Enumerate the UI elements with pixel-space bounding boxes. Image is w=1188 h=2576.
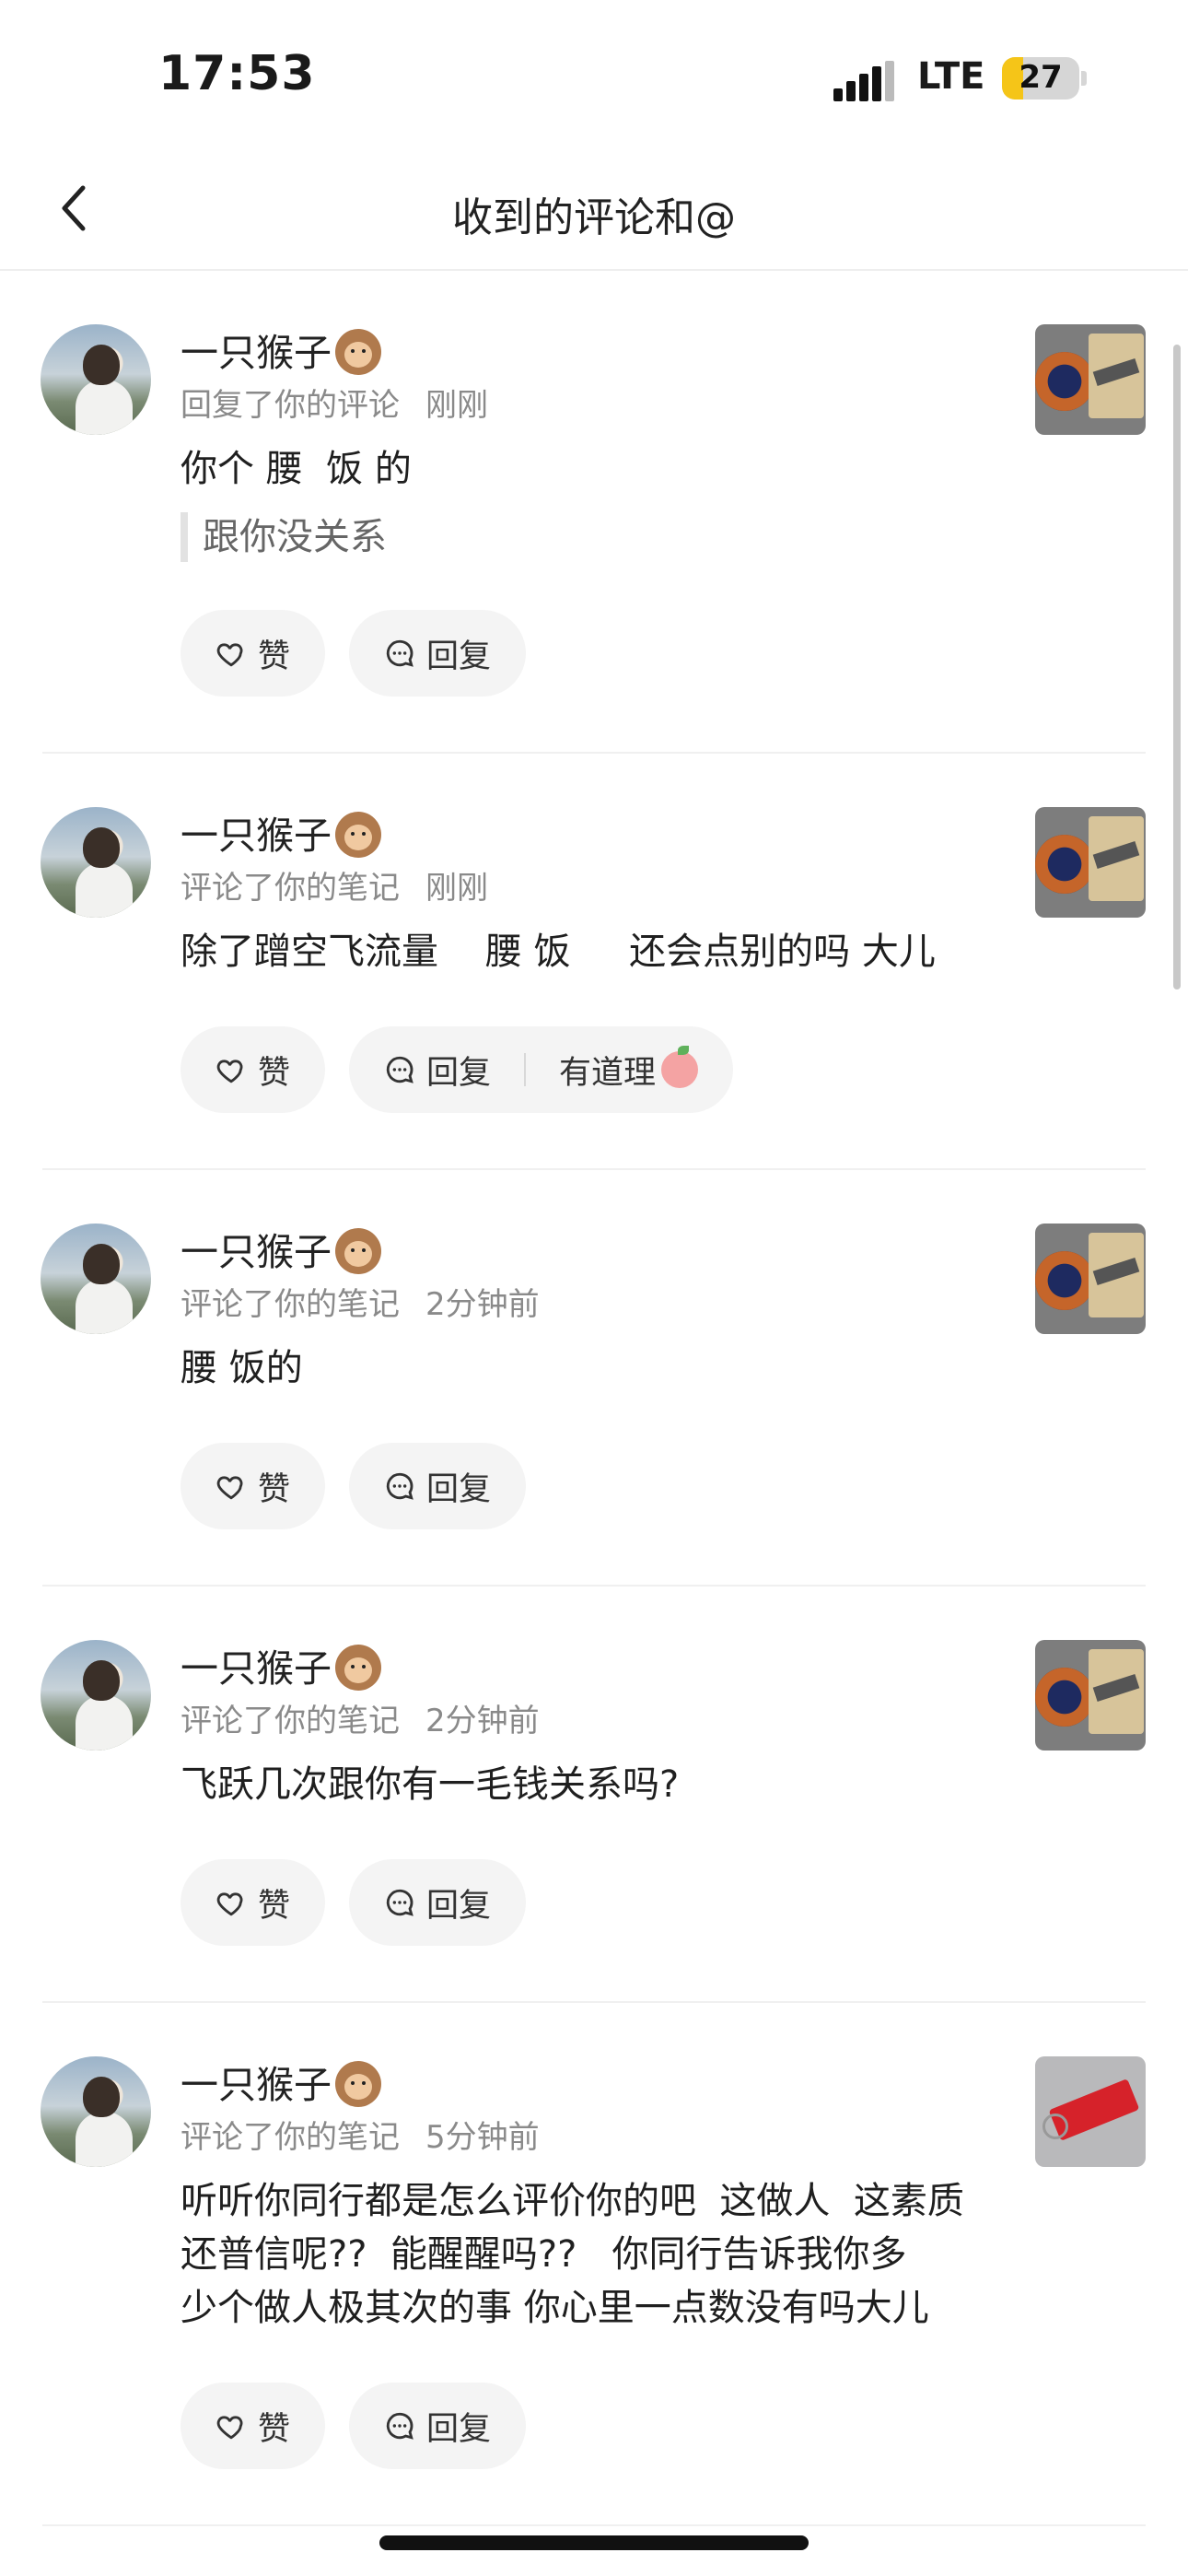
user-name[interactable]: 一只猴子: [181, 331, 332, 375]
user-name[interactable]: 一只猴子: [181, 1230, 332, 1274]
reply-label: 回复: [426, 1470, 492, 1508]
like-label: 赞: [258, 1887, 291, 1925]
monkey-emoji-icon: [335, 2061, 381, 2107]
user-name[interactable]: 一只猴子: [181, 1646, 332, 1691]
like-label: 赞: [258, 638, 291, 675]
timestamp: 刚刚: [425, 387, 488, 424]
heart-icon: [216, 2416, 243, 2440]
monkey-emoji-icon: [335, 812, 381, 858]
heart-icon: [216, 1476, 243, 1500]
home-indicator[interactable]: [379, 2535, 809, 2550]
avatar[interactable]: [41, 2056, 151, 2167]
list-item[interactable]: 一只猴子 评论了你的笔记 2分钟前 腰 饭的 赞 回复: [41, 1170, 1146, 1587]
list-item[interactable]: 一只猴子 评论了你的笔记 2分钟前 飞跃几次跟你有一毛钱关系吗? 赞 回复: [41, 1587, 1146, 2003]
comment-text[interactable]: 除了蹭空飞流量 腰 饭 还会点别的吗 大儿: [181, 925, 989, 978]
user-name[interactable]: 一只猴子: [181, 2063, 332, 2107]
reply-button[interactable]: 回复 有道理: [349, 1026, 734, 1113]
divider: [524, 1053, 527, 1086]
nav-header: 收到的评论和@: [0, 147, 1188, 271]
action-text: 评论了你的笔记: [181, 2119, 400, 2156]
reply-label: 回复: [426, 2410, 492, 2448]
scrollbar[interactable]: [1173, 345, 1181, 989]
status-time: 17:53: [158, 46, 316, 101]
note-thumbnail[interactable]: [1035, 324, 1146, 435]
list-item[interactable]: 一只猴子 回复了你的评论 刚刚 你个 腰 饭 的 跟你没关系 赞 回复: [41, 271, 1146, 754]
chat-bubble-icon: [386, 1889, 413, 1916]
like-label: 赞: [258, 1054, 291, 1092]
action-text: 评论了你的笔记: [181, 870, 400, 907]
network-type: LTE: [917, 55, 985, 98]
note-thumbnail[interactable]: [1035, 2056, 1146, 2167]
like-label: 赞: [258, 1470, 291, 1508]
reply-button[interactable]: 回复: [349, 1443, 527, 1529]
heart-icon: [216, 643, 243, 667]
like-button[interactable]: 赞: [181, 2383, 326, 2469]
chat-bubble-icon: [386, 639, 413, 667]
user-name[interactable]: 一只猴子: [181, 814, 332, 858]
status-bar: 17:53 LTE 27: [0, 0, 1188, 147]
like-label: 赞: [258, 2410, 291, 2448]
battery-icon: 27: [1002, 57, 1079, 100]
timestamp: 2分钟前: [425, 1703, 540, 1739]
chat-bubble-icon: [386, 1472, 413, 1500]
monkey-emoji-icon: [335, 329, 381, 375]
comment-text[interactable]: 腰 饭的: [181, 1341, 989, 1395]
timestamp: 2分钟前: [425, 1286, 540, 1323]
chat-bubble-icon: [386, 1056, 413, 1083]
comment-text[interactable]: 飞跃几次跟你有一毛钱关系吗?: [181, 1758, 989, 1811]
timestamp: 5分钟前: [425, 2119, 540, 2156]
peach-emoji-icon: [661, 1046, 699, 1088]
monkey-emoji-icon: [335, 1228, 381, 1274]
reply-button[interactable]: 回复: [349, 610, 527, 697]
heart-icon: [216, 1892, 243, 1916]
page-title: 收到的评论和@: [452, 194, 736, 241]
signal-icon: [833, 61, 900, 101]
reply-label: 回复: [426, 638, 492, 675]
heart-icon: [216, 1060, 243, 1083]
like-button[interactable]: 赞: [181, 1026, 326, 1113]
chat-bubble-icon: [386, 2412, 413, 2440]
like-button[interactable]: 赞: [181, 610, 326, 697]
avatar[interactable]: [41, 1224, 151, 1334]
avatar[interactable]: [41, 807, 151, 918]
avatar[interactable]: [41, 324, 151, 435]
note-thumbnail[interactable]: [1035, 1224, 1146, 1334]
list-item[interactable]: 一只猴子 评论了你的笔记 刚刚 除了蹭空飞流量 腰 饭 还会点别的吗 大儿 赞 回…: [41, 754, 1146, 1170]
battery-cap: [1081, 71, 1087, 86]
timestamp: 刚刚: [425, 870, 488, 907]
like-button[interactable]: 赞: [181, 1443, 326, 1529]
quoted-comment: 跟你没关系: [181, 512, 989, 562]
reply-button[interactable]: 回复: [349, 2383, 527, 2469]
action-text: 回复了你的评论: [181, 387, 400, 424]
list-item[interactable]: 一只猴子 评论了你的笔记 5分钟前 听听你同行都是怎么评价你的吧 这做人 这素质 …: [41, 2003, 1146, 2526]
note-thumbnail[interactable]: [1035, 807, 1146, 918]
quick-reaction[interactable]: 有道理: [559, 1047, 656, 1094]
action-text: 评论了你的笔记: [181, 1286, 400, 1323]
notification-list: 一只猴子 回复了你的评论 刚刚 你个 腰 饭 的 跟你没关系 赞 回复 一只猴子…: [0, 271, 1188, 2526]
battery-percent: 27: [1019, 59, 1063, 96]
action-text: 评论了你的笔记: [181, 1703, 400, 1739]
comment-text[interactable]: 你个 腰 饭 的: [181, 442, 989, 496]
reply-button[interactable]: 回复: [349, 1859, 527, 1946]
note-thumbnail[interactable]: [1035, 1640, 1146, 1751]
reply-label: 回复: [426, 1054, 492, 1092]
monkey-emoji-icon: [335, 1645, 381, 1691]
avatar[interactable]: [41, 1640, 151, 1751]
reply-label: 回复: [426, 1887, 492, 1925]
like-button[interactable]: 赞: [181, 1859, 326, 1946]
comment-text[interactable]: 听听你同行都是怎么评价你的吧 这做人 这素质 还普信呢?? 能醒醒吗?? 你同行…: [181, 2174, 989, 2335]
